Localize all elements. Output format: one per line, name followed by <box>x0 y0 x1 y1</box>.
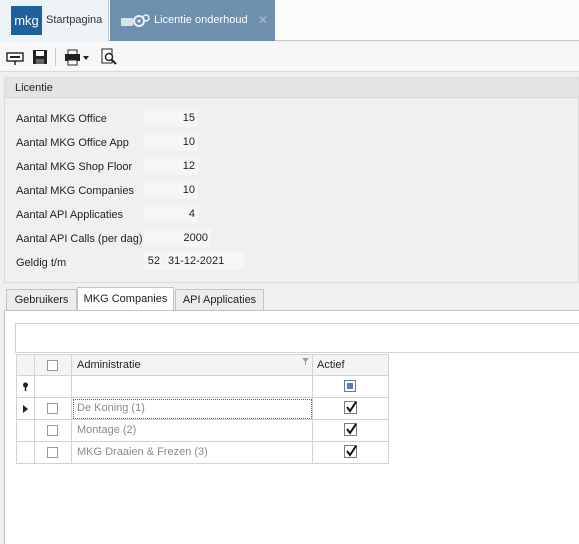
administratie-text: MKG Draaien & Frezen (3) <box>77 446 208 458</box>
select-all-checkbox[interactable] <box>47 360 58 371</box>
value-mkg-office-app[interactable]: 10 <box>144 133 198 151</box>
gears-icon <box>121 14 150 27</box>
actief-checkbox[interactable] <box>344 401 357 414</box>
filter-select-cell <box>35 376 72 398</box>
panel-title: Licentie <box>15 82 53 94</box>
row-indicator <box>16 398 35 420</box>
label-mkg-shop-floor: Aantal MKG Shop Floor <box>16 161 133 173</box>
close-icon[interactable]: ✕ <box>258 13 268 27</box>
value-api-calls[interactable]: 2000 <box>144 229 211 247</box>
current-row-arrow-icon <box>23 405 28 413</box>
toolbar <box>0 42 579 72</box>
value-api-applicaties[interactable]: 4 <box>144 205 198 223</box>
label-mkg-office-app: Aantal MKG Office App <box>16 137 129 149</box>
save-icon[interactable] <box>32 48 48 66</box>
row-indicator <box>16 442 35 464</box>
panel-header: Licentie <box>5 78 578 98</box>
header-actief-label: Actief <box>317 359 345 371</box>
row-select-cell[interactable] <box>35 420 72 442</box>
cell-administratie[interactable]: De Koning (1) <box>72 398 313 420</box>
filter-icon[interactable] <box>302 358 309 365</box>
tab-licentie-onderhoud[interactable]: Licentie onderhoud ✕ <box>110 0 275 41</box>
tab-startpagina[interactable]: mkg Startpagina <box>0 0 109 41</box>
new-record-icon[interactable] <box>6 48 24 66</box>
value-geldig-week[interactable]: 52 <box>144 252 163 270</box>
tab-licentie-label: Licentie onderhoud <box>154 14 248 26</box>
header-administratie-label: Administratie <box>77 359 141 371</box>
row-select-checkbox[interactable] <box>47 425 58 436</box>
table-row[interactable]: Montage (2) <box>16 420 389 442</box>
cell-actief[interactable] <box>313 398 389 420</box>
row-select-checkbox[interactable] <box>47 403 58 414</box>
mkg-logo: mkg <box>11 6 42 35</box>
actief-checkbox[interactable] <box>344 423 357 436</box>
mkg-companies-page: Administratie Actief De Koning (1) Monta… <box>4 310 579 544</box>
cell-administratie[interactable]: MKG Draaien & Frezen (3) <box>72 442 313 464</box>
row-select-cell[interactable] <box>35 398 72 420</box>
administratie-text: De Koning (1) <box>77 402 145 414</box>
label-mkg-office: Aantal MKG Office <box>16 113 107 125</box>
pin-icon <box>23 382 28 391</box>
tab-mkg-companies[interactable]: MKG Companies <box>77 287 174 311</box>
filter-actief[interactable] <box>313 376 389 398</box>
value-mkg-office[interactable]: 15 <box>144 109 198 127</box>
row-select-checkbox[interactable] <box>47 447 58 458</box>
grid-search-bar[interactable] <box>15 323 579 353</box>
grid-filter-row <box>16 376 389 398</box>
document-tab-bar: mkg Startpagina Licentie onderhoud ✕ <box>0 0 579 41</box>
administratie-text: Montage (2) <box>77 424 137 436</box>
filter-row-indicator <box>16 376 35 398</box>
cell-administratie[interactable]: Montage (2) <box>72 420 313 442</box>
value-geldig-date[interactable]: 31-12-2021 <box>164 252 244 270</box>
grid-header-row: Administratie Actief <box>16 354 389 376</box>
tab-api-applicaties[interactable]: API Applicaties <box>175 289 264 311</box>
select-all-cell[interactable] <box>35 354 72 376</box>
table-row[interactable]: MKG Draaien & Frezen (3) <box>16 442 389 464</box>
tab-gebruikers[interactable]: Gebruikers <box>6 289 77 311</box>
filter-actief-checkbox[interactable] <box>344 380 356 392</box>
licentie-panel: Licentie Aantal MKG Office 15 Aantal MKG… <box>4 77 579 283</box>
row-select-cell[interactable] <box>35 442 72 464</box>
print-icon[interactable] <box>64 48 90 66</box>
tab-startpagina-label: Startpagina <box>46 14 103 26</box>
toolbar-separator <box>55 48 56 66</box>
value-mkg-shop-floor[interactable]: 12 <box>144 157 198 175</box>
table-row[interactable]: De Koning (1) <box>16 398 389 420</box>
print-preview-icon[interactable] <box>100 48 118 66</box>
row-indicator-header <box>16 354 35 376</box>
label-api-applicaties: Aantal API Applicaties <box>16 209 124 221</box>
label-geldig-tm: Geldig t/m <box>16 257 67 269</box>
header-actief[interactable]: Actief <box>313 354 389 376</box>
value-mkg-companies[interactable]: 10 <box>144 181 198 199</box>
label-mkg-companies: Aantal MKG Companies <box>16 185 134 197</box>
row-indicator <box>16 420 35 442</box>
header-administratie[interactable]: Administratie <box>72 354 313 376</box>
filter-administratie[interactable] <box>72 376 313 398</box>
actief-checkbox[interactable] <box>344 445 357 458</box>
label-api-calls: Aantal API Calls (per dag) <box>16 233 143 245</box>
cell-actief[interactable] <box>313 420 389 442</box>
cell-actief[interactable] <box>313 442 389 464</box>
